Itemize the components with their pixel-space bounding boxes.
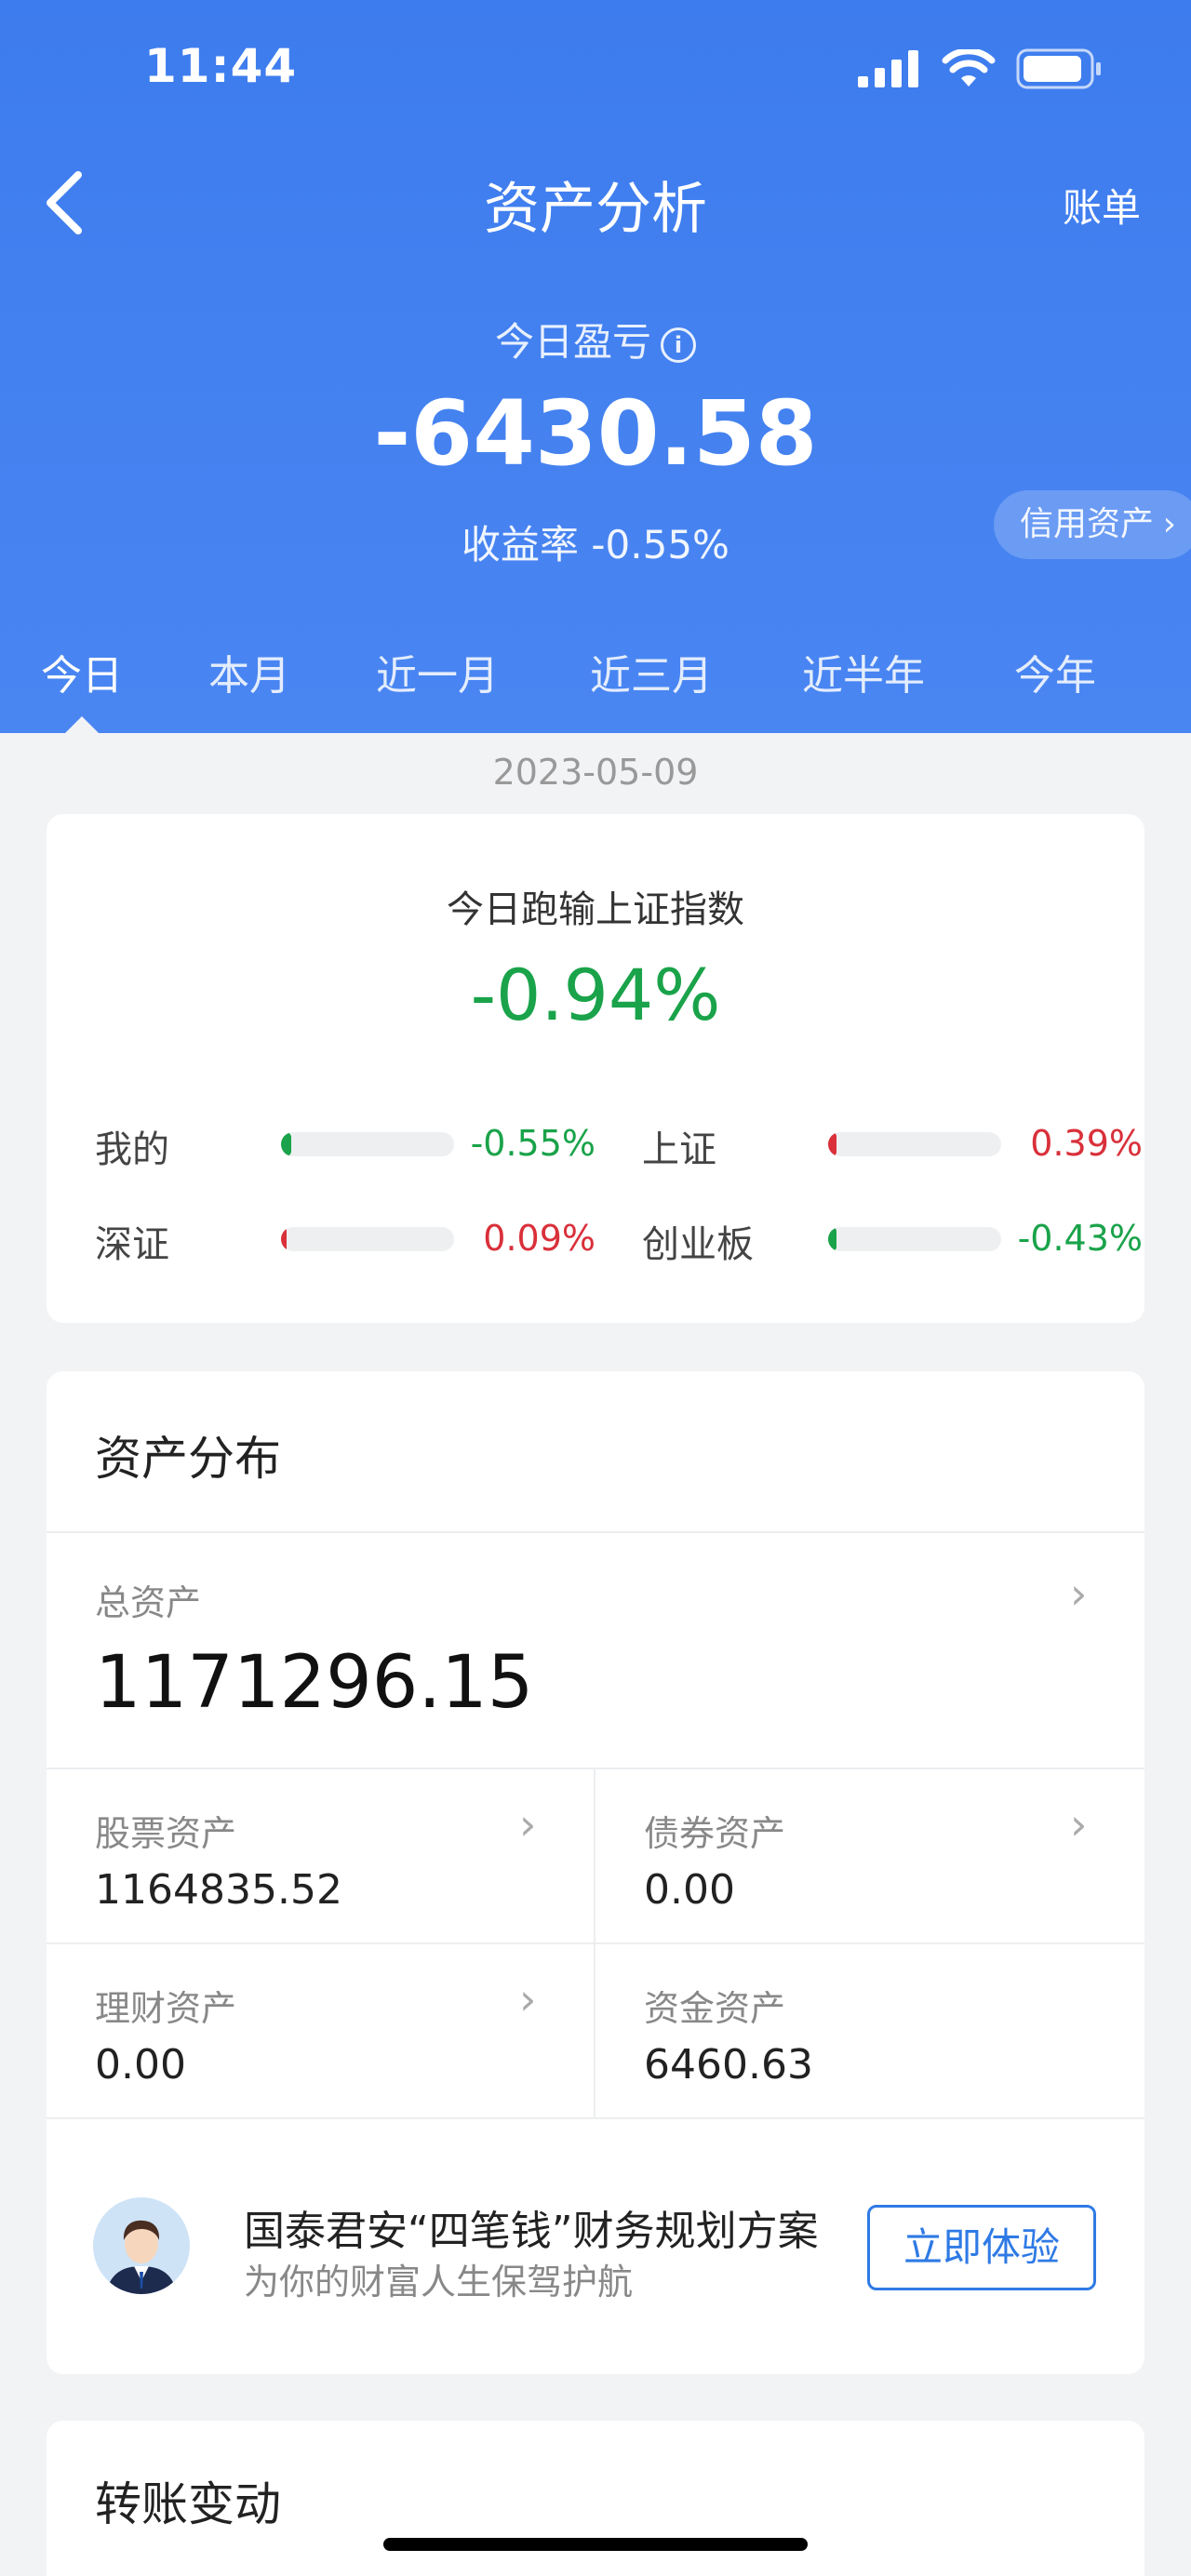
- credit-assets-button[interactable]: 信用资产 ›: [993, 490, 1191, 559]
- period-tabs: 今日 本月 近一月 近三月 近半年 今年: [0, 642, 1191, 733]
- divider: [47, 1942, 1144, 1944]
- asset-section-title: 资产分布: [95, 1432, 281, 1486]
- row-bar-fill: [281, 1227, 287, 1251]
- comparison-value: -0.94%: [470, 954, 721, 1036]
- asset-distribution-card: 资产分布 总资产 › 1171296.15 股票资产 › 1164835.52 …: [47, 1371, 1144, 2374]
- promo-title: 国泰君安“四笔钱”财务规划方案: [244, 2208, 819, 2255]
- credit-assets-label: 信用资产: [1019, 505, 1154, 543]
- stock-assets-label: 股票资产: [95, 1813, 237, 1854]
- comparison-row-chinext: 创业板 -0.43%: [642, 1207, 1144, 1266]
- comparison-title: 今日跑输上证指数: [447, 888, 744, 931]
- row-bar: [828, 1132, 1001, 1156]
- tab-last-month[interactable]: 近一月: [376, 642, 499, 701]
- row-pct: -0.55%: [470, 1123, 596, 1164]
- row-bar: [828, 1227, 1001, 1251]
- info-icon[interactable]: i: [661, 327, 696, 363]
- status-time: 11:44: [144, 39, 298, 93]
- tab-last-three-months[interactable]: 近三月: [590, 642, 713, 701]
- row-pct: -0.43%: [1017, 1218, 1143, 1259]
- tab-today[interactable]: 今日: [41, 642, 123, 701]
- battery-icon: [1016, 48, 1101, 89]
- tab-this-year[interactable]: 今年: [1014, 642, 1096, 701]
- comparison-row-shanghai: 上证 0.39%: [642, 1112, 1144, 1171]
- comparison-row-shenzhen: 深证 0.09%: [95, 1207, 597, 1266]
- divider: [47, 1531, 1144, 1533]
- status-icons: [858, 48, 1102, 89]
- divider: [47, 1768, 1144, 1769]
- fund-assets-value: 6460.63: [644, 2041, 813, 2089]
- wealth-assets-label: 理财资产: [95, 1988, 237, 2029]
- divider: [47, 2117, 1144, 2119]
- row-pct: 0.39%: [1030, 1123, 1143, 1164]
- row-name: 深证: [95, 1223, 169, 1266]
- signal-icon: [858, 50, 918, 87]
- row-bar-fill: [828, 1227, 837, 1251]
- active-tab-pointer: [65, 716, 99, 733]
- row-bar-fill: [828, 1132, 837, 1156]
- bond-assets-label: 债券资产: [644, 1813, 786, 1854]
- chevron-right-icon: ›: [1162, 505, 1176, 543]
- row-bar: [281, 1227, 454, 1251]
- bill-link[interactable]: 账单: [1063, 177, 1141, 234]
- stock-assets-value: 1164835.52: [95, 1866, 342, 1914]
- advisor-avatar: [93, 2197, 190, 2294]
- row-bar-fill: [281, 1132, 292, 1156]
- index-comparison-card: 今日跑输上证指数 -0.94% 我的 -0.55% 上证 0.39% 深证 0.…: [47, 814, 1144, 1323]
- row-name: 创业板: [642, 1223, 754, 1266]
- wealth-assets-chevron-icon[interactable]: ›: [519, 1974, 536, 2024]
- total-assets-chevron-icon[interactable]: ›: [1070, 1568, 1087, 1619]
- today-pl-value: -6430.58: [373, 381, 818, 486]
- row-name: 上证: [642, 1128, 716, 1171]
- date-label: 2023-05-09: [492, 752, 699, 793]
- row-bar: [281, 1132, 454, 1156]
- transfer-section-title: 转账变动: [95, 2477, 281, 2531]
- home-indicator: [383, 2538, 808, 2551]
- page-title: 资产分析: [484, 177, 707, 242]
- bond-assets-chevron-icon[interactable]: ›: [1070, 1799, 1087, 1849]
- comparison-row-mine: 我的 -0.55%: [95, 1112, 597, 1171]
- wealth-assets-value: 0.00: [95, 2041, 186, 2089]
- row-pct: 0.09%: [483, 1218, 596, 1259]
- total-assets-label: 总资产: [95, 1582, 202, 1623]
- header: 11:44 资产分析 账单 今日盈亏 i -6430.58 收益率 -0.55% …: [0, 0, 1191, 733]
- total-assets-value: 1171296.15: [95, 1641, 534, 1725]
- wifi-icon: [942, 49, 996, 87]
- stock-assets-chevron-icon[interactable]: ›: [519, 1799, 536, 1849]
- tab-last-half-year[interactable]: 近半年: [802, 642, 925, 701]
- today-pl-text: 今日盈亏: [494, 319, 651, 365]
- today-pl-label: 今日盈亏 i: [0, 311, 1191, 367]
- try-now-button[interactable]: 立即体验: [867, 2205, 1096, 2290]
- promo-subtitle: 为你的财富人生保驾护航: [244, 2262, 634, 2302]
- tab-this-month[interactable]: 本月: [208, 642, 290, 701]
- fund-assets-label: 资金资产: [644, 1988, 786, 2029]
- row-name: 我的: [95, 1128, 169, 1171]
- bond-assets-value: 0.00: [644, 1866, 735, 1914]
- transfer-changes-card: 转账变动: [47, 2421, 1144, 2576]
